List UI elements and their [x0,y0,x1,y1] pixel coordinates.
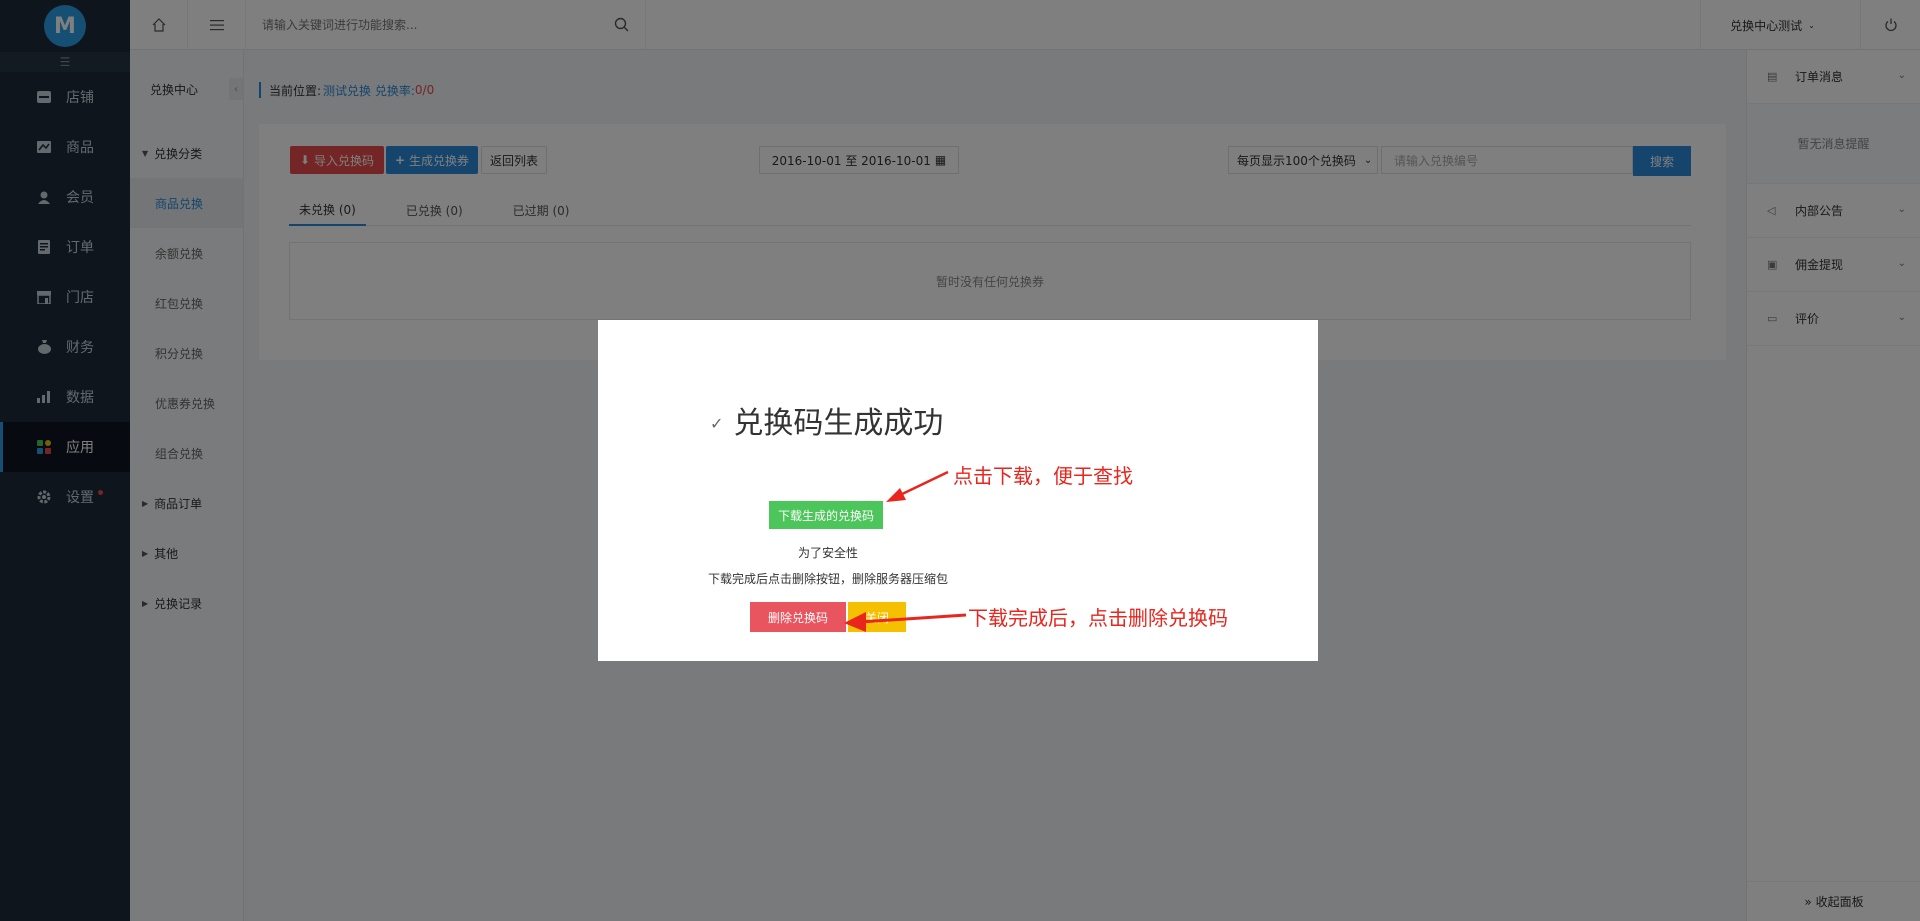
delete-codes-button[interactable]: 删除兑换码 [750,602,846,632]
check-icon: ✓ [710,413,724,433]
annotation-delete-hint: 下载完成后，点击删除兑换码 [968,606,1228,630]
safety-note-title: 为了安全性 [797,546,858,560]
download-codes-button[interactable]: 下载生成的兑换码 [769,501,883,529]
modal-title-text: 兑换码生成成功 [733,406,944,441]
annotation-download-hint: 点击下载，便于查找 [953,464,1133,488]
safety-note-detail: 下载完成后点击删除按钮，删除服务器压缩包 [707,572,948,586]
modal-title: ✓ 兑换码生成成功 [710,398,943,442]
close-modal-button[interactable]: 关闭 [848,602,906,632]
